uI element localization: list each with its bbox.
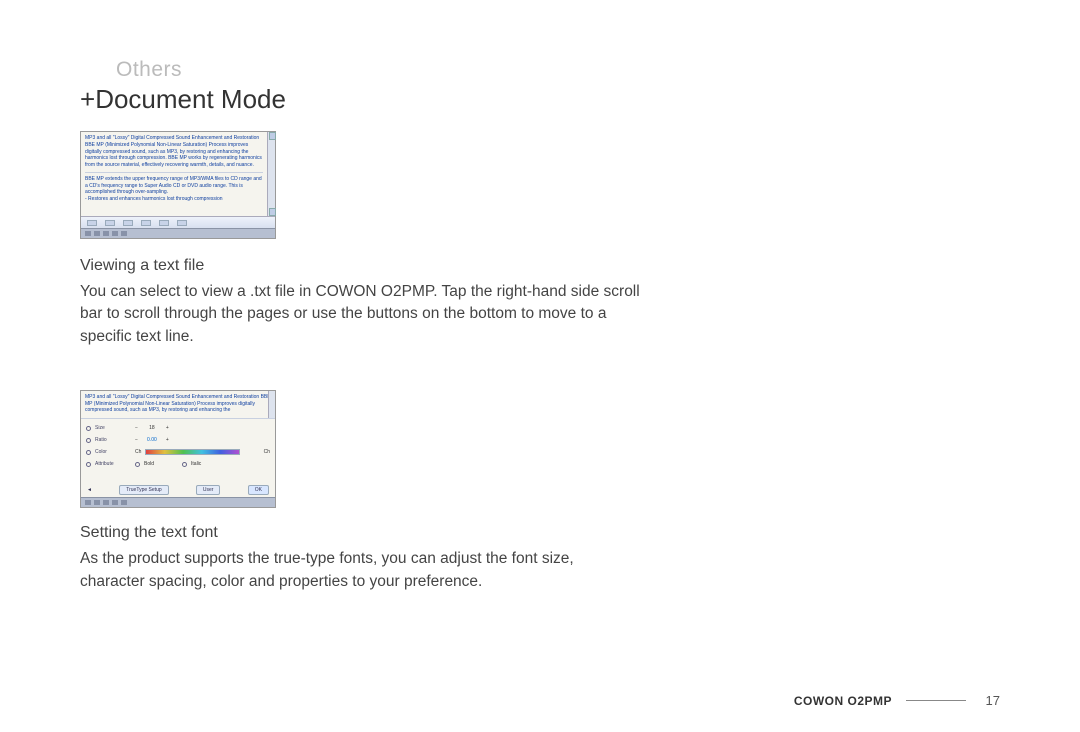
category-label: Others	[116, 58, 1000, 82]
footer-rule	[906, 700, 966, 701]
footer-page-number: 17	[980, 693, 1000, 708]
shot2-statusbar	[81, 497, 275, 507]
section1-heading: Viewing a text file	[80, 257, 1000, 275]
shot1-para3: - Restores and enhances harmonics lost t…	[85, 196, 263, 203]
page-footer: COWON O2PMP 17	[794, 693, 1000, 708]
screenshot-font-settings: MP3 and all "Lossy" Digital Compressed S…	[80, 390, 276, 508]
section2-body: As the product supports the true-type fo…	[80, 548, 640, 593]
row-attribute: Attribute Bold Italic	[86, 458, 270, 470]
shot2-buttonrow: ◄ TrueType Setup User OK	[81, 483, 275, 497]
pointer-icon: ◄	[87, 487, 92, 493]
shot1-para2: BBE MP extends the upper frequency range…	[85, 176, 263, 196]
color-gradient-icon	[145, 449, 239, 455]
title-prefix: +	[80, 84, 95, 114]
shot1-para1: MP3 and all "Lossy" Digital Compressed S…	[85, 135, 263, 169]
row-size: Size − 18 +	[86, 422, 270, 434]
row-color: Color Ch Ch	[86, 446, 270, 458]
footer-brand: COWON O2PMP	[794, 694, 892, 708]
section1-body: You can select to view a .txt file in CO…	[80, 281, 640, 348]
title-text: Document Mode	[95, 84, 286, 114]
row-ratio: Ratio − 0.00 +	[86, 434, 270, 446]
shot1-toolbar	[81, 216, 275, 228]
shot2-preview: MP3 and all "Lossy" Digital Compressed S…	[81, 391, 275, 419]
shot1-scrollbar	[267, 132, 275, 216]
section2-heading: Setting the text font	[80, 524, 1000, 542]
shot1-statusbar	[81, 228, 275, 238]
page-title: +Document Mode	[80, 84, 1000, 115]
screenshot-text-viewer: MP3 and all "Lossy" Digital Compressed S…	[80, 131, 276, 239]
